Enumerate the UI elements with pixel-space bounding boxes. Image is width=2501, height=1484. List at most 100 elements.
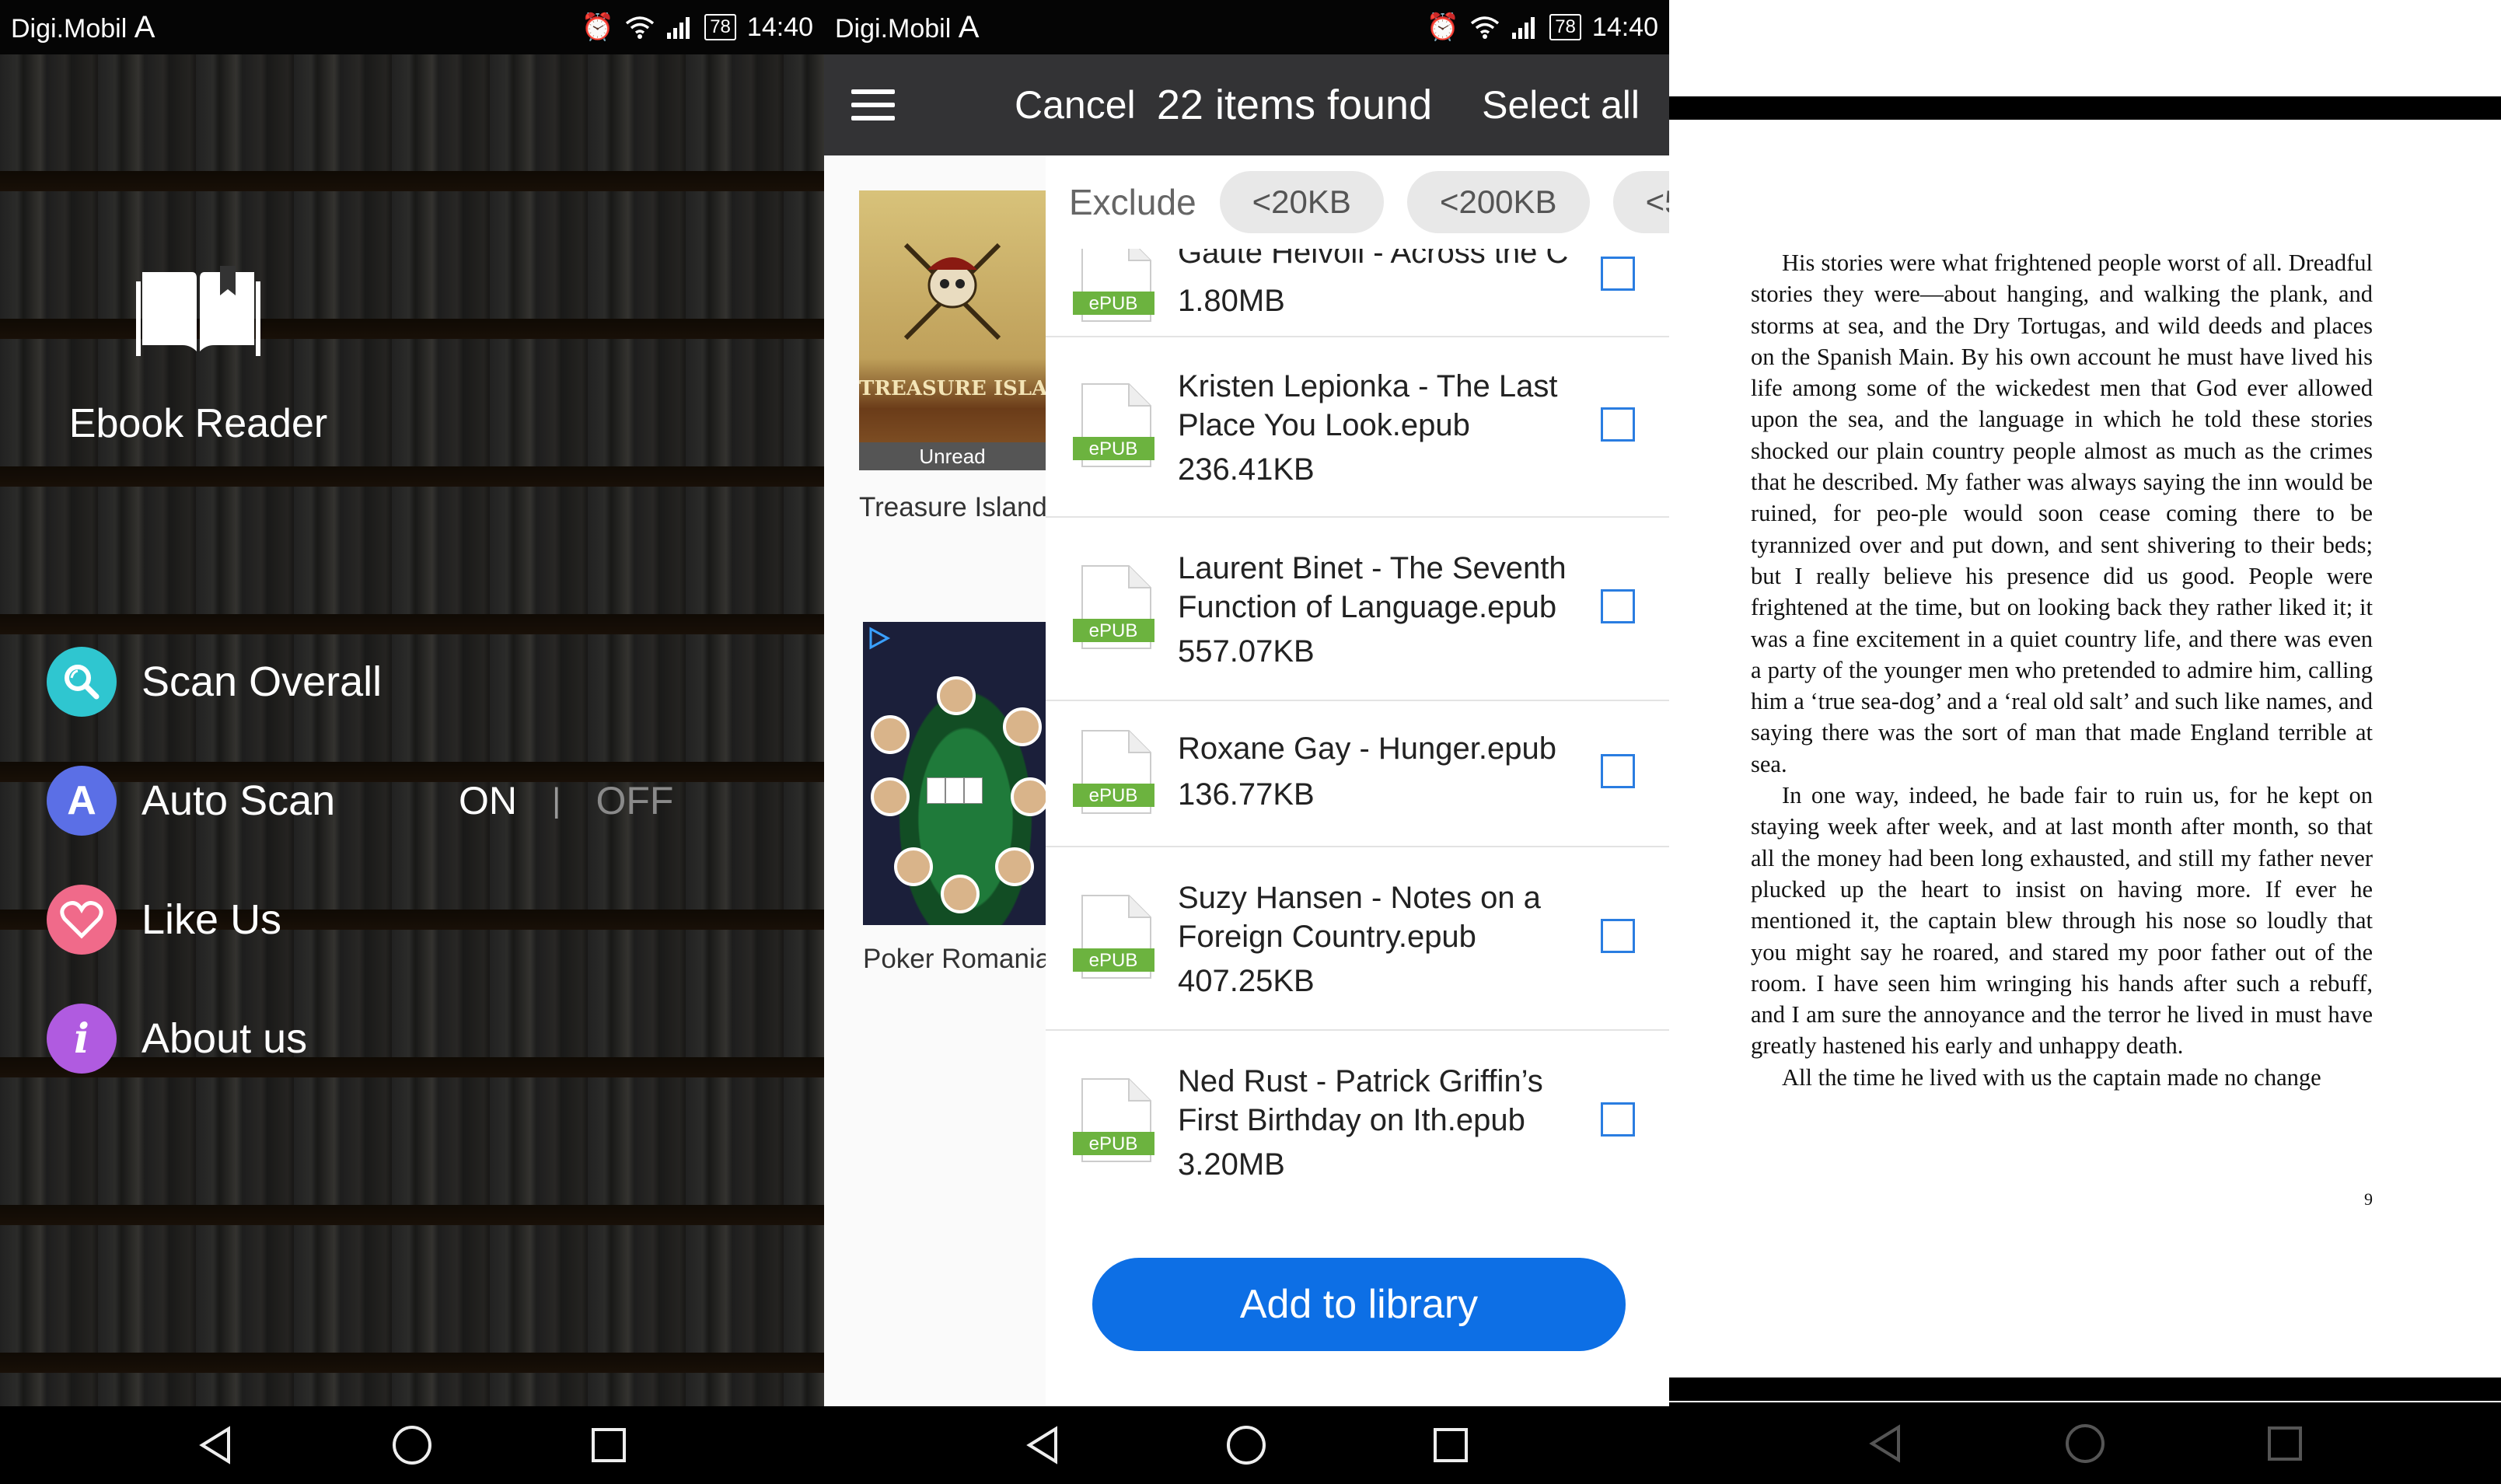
file-size: 557.07KB [1178,634,1315,669]
reader-screen: His stories were what frightened people … [1669,0,2501,1484]
menu-label: Scan Overall [141,658,382,705]
playing-card [927,777,945,804]
carrier-name: Digi.Mobil [835,13,952,44]
file-title: Kristen Lepionka - The Last Place You Lo… [1178,369,1558,442]
drawer-screen: Digi.Mobil A ⏰ 78 14:40 Ebook Reader Sca… [0,0,824,1484]
info-icon: i [47,1004,117,1074]
book-card[interactable]: TREASURE ISLAND Unread Treasure Island [859,190,1050,523]
menu-item-scan-overall[interactable]: Scan Overall [47,639,382,725]
letter-a-icon: A [47,766,117,836]
file-size: 3.20MB [1178,1147,1285,1182]
file-checkbox[interactable] [1601,407,1635,442]
library-background: TREASURE ISLAND Unread Treasure Island P [824,54,1050,1406]
paragraph: In one way, indeed, he bade fair to ruin… [1751,782,2373,1060]
ad-choices-icon [869,627,891,650]
menu-item-auto-scan[interactable]: A Auto Scan [47,758,335,843]
back-triangle-icon[interactable] [1015,1418,1070,1472]
player-avatar [1011,777,1050,816]
ad-title: Poker Romania [863,944,1051,974]
player-avatar [871,777,910,816]
network-type-icon: A [134,9,155,44]
playing-card [945,777,964,804]
filter-200kb[interactable]: <200KB [1406,171,1590,233]
cancel-button[interactable]: Cancel [1015,54,1136,155]
results-title: 22 items found [1156,82,1433,128]
unread-badge: Unread [859,442,1046,470]
heart-icon [47,885,117,955]
file-row[interactable]: ePUB Kristen Lepionka - The Last Place Y… [1046,336,1669,518]
filter-500kb[interactable]: <500KB [1612,171,1669,233]
top-divider-bar [1669,96,2501,120]
toggle-off[interactable]: OFF [596,778,673,823]
page-text[interactable]: His stories were what frightened people … [1751,247,2373,1093]
signal-icon [667,17,690,39]
back-triangle-icon[interactable] [1858,1416,1912,1471]
ad-image [863,622,1050,925]
file-size: 236.41KB [1178,452,1315,487]
file-checkbox[interactable] [1601,754,1635,788]
recents-square-icon[interactable] [2258,1416,2312,1471]
book-cover: TREASURE ISLAND Unread [859,190,1046,470]
menu-item-like-us[interactable]: Like Us [47,877,281,962]
home-circle-icon[interactable] [385,1418,439,1472]
file-row[interactable]: ePUB Gaute Heivoll - Across the China Se… [1046,249,1669,337]
system-nav-bar [824,1406,1669,1484]
network-type-icon: A [958,9,980,44]
scan-magnifier-icon [47,647,117,717]
file-row[interactable]: ePUB Roxane Gay - Hunger.epub 136.77KB [1046,700,1669,847]
file-size: 1.80MB [1178,284,1285,318]
svg-text:ePUB: ePUB [1089,438,1138,459]
epub-file-icon: ePUB [1073,565,1154,649]
svg-text:ePUB: ePUB [1089,950,1138,971]
file-checkbox[interactable] [1601,1102,1635,1137]
recents-square-icon[interactable] [1423,1418,1478,1472]
system-nav-bar [0,1406,824,1484]
filter-20kb[interactable]: <20KB [1219,171,1384,233]
player-avatar [937,676,976,715]
svg-text:ePUB: ePUB [1089,293,1138,314]
menu-label: About us [141,1015,308,1062]
menu-label: Like Us [141,896,282,943]
system-nav-bar [1669,1402,2501,1484]
back-triangle-icon[interactable] [188,1418,243,1472]
file-row[interactable]: ePUB Suzy Hansen - Notes on a Foreign Co… [1046,846,1669,1031]
svg-text:ePUB: ePUB [1089,620,1138,641]
epub-file-icon: ePUB [1073,730,1154,814]
scan-results-screen: Digi.Mobil A ⏰ 78 14:40 TREASURE ISLAND … [824,0,1669,1484]
add-to-library-button[interactable]: Add to library [1092,1258,1626,1351]
exclude-filter-bar: Exclude <20KB <200KB <500KB <1 [1046,155,1669,249]
battery-icon: 78 [704,14,736,40]
recents-square-icon[interactable] [582,1418,636,1472]
select-all-button[interactable]: Select all [1482,54,1640,155]
hamburger-menu-icon[interactable] [851,89,895,120]
app-logo [0,264,396,361]
home-circle-icon[interactable] [2058,1416,2112,1471]
file-title: Suzy Hansen - Notes on a Foreign Country… [1178,881,1541,954]
epub-file-icon: ePUB [1073,1078,1154,1162]
toggle-on[interactable]: ON [459,778,517,823]
file-list: ePUB Gaute Heivoll - Across the China Se… [1046,249,1669,1232]
toggle-separator: | [552,781,561,819]
epub-file-icon: ePUB [1073,895,1154,979]
auto-scan-toggle[interactable]: ON | OFF [459,758,673,843]
player-avatar [894,847,933,886]
file-checkbox[interactable] [1601,257,1635,291]
epub-file-icon: ePUB [1073,383,1154,467]
file-row[interactable]: ePUB Ned Rust - Patrick Griffin’s First … [1046,1029,1669,1213]
file-checkbox[interactable] [1601,919,1635,953]
home-circle-icon[interactable] [1219,1418,1273,1472]
wifi-icon [1471,16,1500,39]
file-row[interactable]: ePUB Laurent Binet - The Seventh Functio… [1046,516,1669,701]
book-title: Treasure Island [859,492,1047,522]
signal-icon [1512,17,1535,39]
menu-label: Auto Scan [141,777,336,824]
svg-text:ePUB: ePUB [1089,1133,1138,1154]
alarm-icon: ⏰ [581,12,615,42]
svg-text:ePUB: ePUB [1089,785,1138,806]
file-checkbox[interactable] [1601,589,1635,623]
open-book-icon [136,266,260,356]
menu-item-about-us[interactable]: i About us [47,996,307,1081]
battery-icon: 78 [1549,14,1581,40]
ad-card[interactable]: Poker Romania [863,622,1050,975]
epub-file-icon: ePUB [1073,249,1154,322]
